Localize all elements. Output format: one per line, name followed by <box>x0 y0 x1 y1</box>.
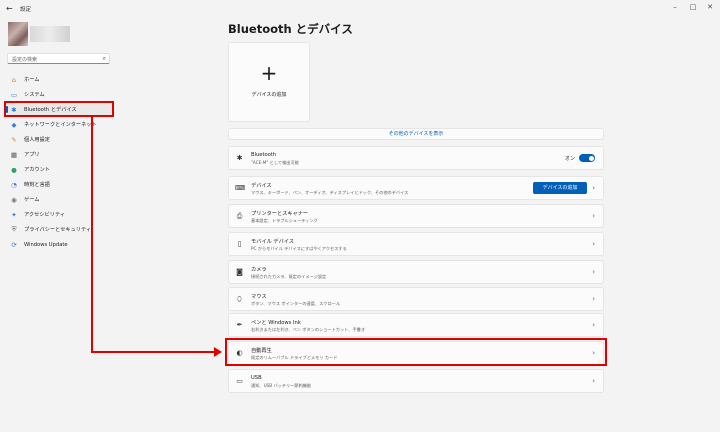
highlight-autoplay-row <box>225 338 607 366</box>
time-language-icon: ◔ <box>11 180 17 189</box>
row-subtitle: 基本設定、トラブルシューティング <box>251 218 318 223</box>
row-title: モバイル デバイス <box>251 239 294 245</box>
highlight-bluetooth-nav <box>4 101 114 117</box>
search-icon: ⌕ <box>102 55 106 62</box>
sidebar-item-label: ゲーム <box>24 197 40 203</box>
maximize-button[interactable]: □ <box>686 3 700 11</box>
mouse-icon: ⬯ <box>237 295 242 303</box>
settings-row[interactable]: ▯ モバイル デバイス PC からモバイル デバイスにすばやくアクセスする › <box>228 232 604 256</box>
blurred-user-name <box>30 26 70 42</box>
sidebar-item-label: アカウント <box>24 167 50 173</box>
sidebar-item-label: ネットワークとインターネット <box>24 122 97 128</box>
plus-icon: + <box>260 61 278 85</box>
sidebar-item[interactable]: ⌂ ホーム <box>6 72 112 87</box>
close-button[interactable]: ✕ <box>703 3 717 11</box>
row-title: マウス <box>251 294 267 300</box>
bluetooth-subtitle: "ACE-M" として検出可能 <box>251 160 299 165</box>
row-title: カメラ <box>251 267 267 273</box>
system-icon: ▭ <box>10 90 18 99</box>
app-title: 設定 <box>20 7 32 13</box>
add-device-label: デバイスの追加 <box>251 92 287 98</box>
chevron-right-icon: › <box>592 321 595 329</box>
sidebar-nav: ⌂ ホーム ▭ システム ✱ Bluetooth とデバイス ◆ ネットワークとインターネット… <box>6 72 112 252</box>
avatar <box>8 22 28 46</box>
chevron-right-icon: › <box>592 212 595 220</box>
annotation-line-horizontal <box>91 351 215 353</box>
home-icon: ⌂ <box>11 75 17 84</box>
accessibility-icon: ✦ <box>11 210 17 219</box>
user-profile[interactable] <box>8 22 103 46</box>
search-input[interactable]: 設定の検索 ⌕ <box>7 53 110 64</box>
row-title: ペンと Windows Ink <box>251 320 301 326</box>
page-title: Bluetooth とデバイス <box>228 22 353 36</box>
row-subtitle: PC からモバイル デバイスにすばやくアクセスする <box>251 246 347 251</box>
settings-row[interactable]: ▭ USB 通知、USB バッテリー節約機能 › <box>228 369 604 393</box>
sidebar-item[interactable]: ● アカウント <box>6 162 112 177</box>
privacy-icon: ⛨ <box>11 225 17 233</box>
row-title: USB <box>251 375 262 381</box>
settings-row[interactable]: ⬯ マウス ボタン、マウス ポインターの速度、スクロール › <box>228 287 604 311</box>
annotation-line-vertical <box>91 117 93 353</box>
gaming-icon: ◉ <box>11 195 17 204</box>
annotation-arrowhead <box>214 347 222 357</box>
settings-row[interactable]: ◙ カメラ 接続されたカメラ、既定のイメージ設定 › <box>228 260 604 284</box>
mobile-icon: ▯ <box>237 240 242 248</box>
row-title: デバイス <box>251 183 272 189</box>
bluetooth-toggle[interactable] <box>579 154 595 162</box>
personalization-icon: ✎ <box>11 135 17 144</box>
sidebar-item-label: システム <box>24 92 45 98</box>
bluetooth-title: Bluetooth <box>251 152 277 158</box>
sidebar-item[interactable]: ◉ ゲーム <box>6 192 112 207</box>
chevron-right-icon: › <box>592 268 595 276</box>
row-subtitle: マウス、キーボード、ペン、オーディオ、ディスプレイとドック、その他のデバイス <box>251 190 409 195</box>
camera-icon: ◙ <box>236 268 243 276</box>
row-subtitle: 接続されたカメラ、既定のイメージ設定 <box>251 274 327 279</box>
apps-icon: ▦ <box>10 150 18 159</box>
chevron-right-icon: › <box>592 184 595 192</box>
search-placeholder: 設定の検索 <box>12 57 38 63</box>
row-subtitle: ボタン、マウス ポインターの速度、スクロール <box>251 301 341 306</box>
sidebar-item[interactable]: ⟳ Windows Update <box>6 237 112 252</box>
sidebar-item[interactable]: ◆ ネットワークとインターネット <box>6 117 112 132</box>
bluetooth-icon: ✱ <box>236 154 243 162</box>
back-arrow-icon[interactable]: ← <box>6 4 13 13</box>
usb-icon: ▭ <box>236 377 243 385</box>
devices-icon: ⌨ <box>235 184 246 192</box>
row-subtitle: 右利きまたは左利き、ペン ボタンのショートカット、手書き <box>251 327 366 332</box>
sidebar-item-label: ホーム <box>24 77 40 83</box>
sidebar-item-label: Windows Update <box>24 241 68 248</box>
windows-update-icon: ⟳ <box>11 240 17 249</box>
account-icon: ● <box>11 165 17 174</box>
title-bar: ← 設定 – □ ✕ <box>0 0 720 18</box>
sidebar-item[interactable]: ▭ システム <box>6 87 112 102</box>
sidebar-item-label: アプリ <box>24 152 40 158</box>
sidebar-item[interactable]: ✦ アクセシビリティ <box>6 207 112 222</box>
sidebar-item[interactable]: ⛨ プライバシーとセキュリティ <box>6 222 112 237</box>
sidebar-item[interactable]: ✎ 個人用設定 <box>6 132 112 147</box>
minimize-button[interactable]: – <box>668 3 682 11</box>
settings-row[interactable]: ✒ ペンと Windows Ink 右利きまたは左利き、ペン ボタンのショートカット… <box>228 313 604 337</box>
bluetooth-toggle-label: オン <box>564 156 575 162</box>
settings-row[interactable]: ⌨ デバイス マウス、キーボード、ペン、オーディオ、ディスプレイとドック、その他のデ… <box>228 176 604 200</box>
printer-icon: ⎙ <box>236 212 243 220</box>
chevron-right-icon: › <box>592 295 595 303</box>
sidebar-item[interactable]: ▦ アプリ <box>6 147 112 162</box>
sidebar-item-label: プライバシーとセキュリティ <box>24 227 92 233</box>
chevron-right-icon: › <box>592 377 595 385</box>
sidebar-item-label: 時刻と言語 <box>24 182 50 188</box>
pen-icon: ✒ <box>236 321 243 329</box>
sidebar-item-label: アクセシビリティ <box>24 212 65 218</box>
chevron-right-icon: › <box>592 240 595 248</box>
row-subtitle: 通知、USB バッテリー節約機能 <box>251 383 312 388</box>
row-title: プリンターとスキャナー <box>251 211 309 217</box>
add-device-card[interactable]: + デバイスの追加 <box>228 42 310 122</box>
sidebar-item[interactable]: ◔ 時刻と言語 <box>6 177 112 192</box>
settings-row[interactable]: ⎙ プリンターとスキャナー 基本設定、トラブルシューティング › <box>228 204 604 228</box>
sidebar-item-label: 個人用設定 <box>24 137 50 143</box>
add-device-button[interactable]: デバイスの追加 <box>533 182 587 194</box>
bluetooth-row: ✱ Bluetooth "ACE-M" として検出可能 オン <box>228 146 604 170</box>
more-devices-link[interactable]: その他のデバイスを表示 <box>228 128 604 140</box>
network-icon: ◆ <box>11 120 17 129</box>
